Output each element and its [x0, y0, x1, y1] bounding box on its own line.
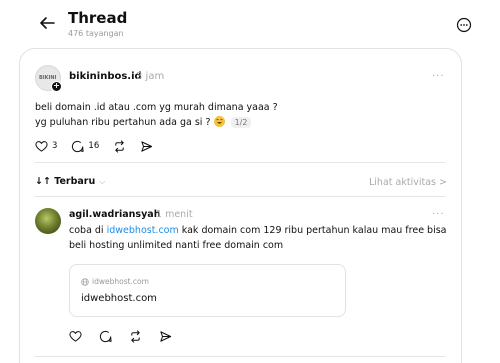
reply-more-icon[interactable]: ···: [432, 209, 445, 220]
send-icon: [141, 140, 153, 152]
repost-button[interactable]: [129, 329, 142, 343]
reply-actions: [69, 329, 189, 343]
preview-domain-text: idwebhost.com: [92, 277, 149, 286]
like-count: 3: [52, 141, 58, 151]
chevron-down-icon: ⌵: [99, 176, 106, 186]
post-text-line-1: beli domain .id atau .com yg murah diman…: [35, 102, 278, 113]
share-button[interactable]: [159, 330, 172, 343]
post-text-line-2-text: yg puluhan ribu pertahun ada ga si ?: [35, 117, 211, 128]
page-title: Thread: [68, 9, 128, 27]
view-count: 476 tayangan: [68, 29, 124, 38]
globe-icon: [81, 277, 89, 286]
share-button[interactable]: [140, 140, 153, 153]
sort-arrows-icon: ↓↑: [35, 176, 51, 187]
comment-button[interactable]: [99, 330, 112, 343]
reply-link[interactable]: idwebhost.com: [107, 225, 179, 236]
back-arrow-icon[interactable]: [38, 14, 56, 32]
avatar[interactable]: [35, 208, 61, 234]
sort-dropdown[interactable]: ↓↑ Terbaru ⌵: [35, 176, 105, 187]
reply-text-suffix: kak domain com 129 ribu pertahun kalau m…: [178, 225, 447, 236]
laughing-emoji-icon: [213, 116, 225, 127]
repost-icon: [131, 329, 140, 343]
reply-username[interactable]: agil.wadriansyah: [69, 209, 160, 220]
like-button[interactable]: [69, 330, 82, 343]
follow-plus-icon[interactable]: +: [51, 81, 62, 92]
page-counter[interactable]: 1/2: [230, 117, 252, 128]
comment-count: 16: [88, 141, 100, 151]
preview-domain: idwebhost.com: [81, 277, 149, 286]
divider: [35, 162, 445, 163]
comment-icon: [99, 330, 112, 342]
post-username[interactable]: bikininbos.id: [69, 71, 142, 82]
more-options-icon[interactable]: [456, 17, 472, 33]
post-time: 3 jam: [136, 71, 165, 82]
repost-button[interactable]: [113, 139, 126, 153]
sort-label: Terbaru: [54, 176, 96, 187]
reply-text-prefix: coba di: [69, 225, 107, 236]
divider: [35, 356, 445, 357]
post-more-icon[interactable]: ···: [432, 71, 445, 82]
heart-icon: [69, 330, 82, 342]
reply-text-line-1: coba di idwebhost.com kak domain com 129…: [69, 225, 447, 236]
divider: [35, 196, 445, 197]
comment-button[interactable]: 16: [71, 140, 99, 153]
heart-icon: [35, 140, 48, 152]
repost-icon: [115, 139, 124, 153]
like-button[interactable]: 3: [35, 140, 57, 153]
reply-time: 1 menit: [156, 209, 193, 220]
post-text-line-2: yg puluhan ribu pertahun ada ga si ? 1/2: [35, 116, 252, 128]
reply-text-line-2: beli hosting unlimited nanti free domain…: [69, 240, 284, 251]
top-bar: Thread 476 tayangan: [0, 0, 500, 46]
comment-icon: [72, 140, 85, 152]
view-activity-link[interactable]: Lihat aktivitas >: [369, 177, 447, 188]
send-icon: [160, 330, 172, 342]
preview-title: idwebhost.com: [81, 293, 157, 304]
post-actions: 3 16: [35, 139, 167, 153]
link-preview-card[interactable]: idwebhost.com idwebhost.com: [69, 264, 346, 317]
